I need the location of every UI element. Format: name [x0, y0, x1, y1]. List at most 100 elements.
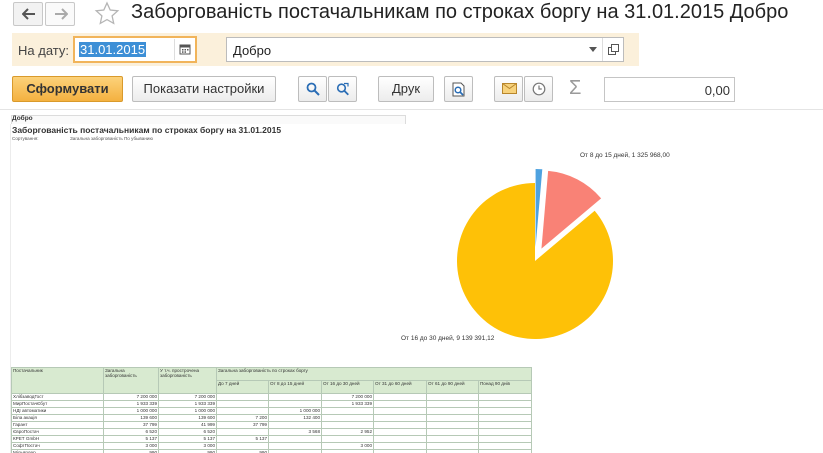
cell-b3: 1 933 339 — [321, 400, 374, 408]
cell-total: 6 520 — [103, 428, 159, 436]
cell-supplier: НДІ автоматики — [11, 407, 104, 415]
cell-b1 — [216, 400, 269, 408]
cell-supplier: Біла акація — [11, 414, 104, 422]
cell-b5 — [426, 435, 479, 443]
cell-total: 5 137 — [103, 435, 159, 443]
cell-b3: 3 000 — [321, 442, 374, 450]
col-header-b2: От 8 до 15 дней — [268, 380, 322, 394]
cell-b3 — [321, 449, 374, 453]
table-row[interactable]: СофтПостач 3 000 3 000 3 000 — [11, 442, 532, 450]
cell-b6 — [478, 393, 532, 401]
arrow-left-icon — [22, 8, 35, 20]
search-next-icon — [336, 82, 349, 96]
calendar-icon — [179, 44, 191, 55]
date-value[interactable]: 31.01.2015 — [79, 42, 147, 57]
find-next-button[interactable] — [328, 76, 357, 102]
cell-supplier: ХлібзаводГост — [11, 393, 104, 401]
table-row[interactable]: Біла акація 139 600 139 600 7 200 132 400 — [11, 414, 532, 422]
cell-b4 — [373, 428, 427, 436]
cell-b3 — [321, 435, 374, 443]
cell-overdue: 7 200 000 — [158, 393, 217, 401]
cell-b2: 1 000 000 — [268, 407, 322, 415]
cell-b5 — [426, 421, 479, 429]
cell-b1 — [216, 428, 269, 436]
cell-b6 — [478, 414, 532, 422]
col-header-b5: От 61 до 90 дней — [426, 380, 479, 394]
cell-total: 3 000 — [103, 442, 159, 450]
col-header-supplier: Постачальник — [11, 367, 104, 394]
sum-icon: Σ — [569, 77, 582, 99]
find-button[interactable] — [298, 76, 327, 102]
schedule-button[interactable] — [524, 76, 553, 102]
forward-button[interactable] — [45, 2, 75, 26]
cell-b4 — [373, 435, 427, 443]
cell-b5 — [426, 393, 479, 401]
back-button[interactable] — [13, 2, 43, 26]
show-settings-button[interactable]: Показати настройки — [132, 76, 276, 102]
cell-b1: 7 200 — [216, 414, 269, 422]
col-header-overdue: У т.ч. прострочена заборгованість — [158, 367, 217, 394]
clock-icon — [532, 82, 546, 96]
cell-supplier: Гарант — [11, 421, 104, 429]
print-button[interactable]: Друк — [378, 76, 434, 102]
table-row[interactable]: ХлібзаводГост 7 200 000 7 200 000 7 200 000 — [11, 393, 532, 401]
cell-supplier: ЄвроПостач — [11, 428, 104, 436]
table-row[interactable]: Гарант 37 799 41 999 37 799 — [11, 421, 532, 429]
cell-b1: 5 137 — [216, 435, 269, 443]
cell-total: 139 600 — [103, 414, 159, 422]
cell-b6 — [478, 435, 532, 443]
cell-b6 — [478, 449, 532, 453]
organization-dropdown-button[interactable] — [584, 38, 602, 61]
cell-b5 — [426, 407, 479, 415]
pie-label-16-30: От 16 до 30 дней, 9 139 391,12 — [401, 335, 495, 342]
cell-b4 — [373, 414, 427, 422]
cell-b4 — [373, 442, 427, 450]
table-row[interactable]: Мільярдер 990 990 990 — [11, 449, 532, 453]
pie-slice — [535, 169, 543, 248]
generate-button[interactable]: Сформувати — [12, 76, 123, 102]
title-bar: Заборгованість постачальникам по строках… — [0, 0, 823, 30]
organization-field[interactable]: Добро — [226, 37, 624, 62]
send-email-button[interactable] — [494, 76, 523, 102]
cell-b2 — [268, 393, 322, 401]
report-parameters: На дату: 31.01.2015 Добро — [12, 33, 639, 66]
print-preview-button[interactable] — [444, 76, 473, 102]
cell-b5 — [426, 428, 479, 436]
col-header-group: Загальна заборгованість по строках боргу — [216, 367, 532, 381]
cell-supplier: КРЕТ GmbH — [11, 435, 104, 443]
cell-overdue: 990 — [158, 449, 217, 453]
organization-open-button[interactable] — [602, 38, 623, 61]
debt-table: Постачальник Загальна заборгованість У т… — [11, 367, 532, 453]
col-header-b1: До 7 дней — [216, 380, 269, 394]
cell-overdue: 41 999 — [158, 421, 217, 429]
cell-b1: 990 — [216, 449, 269, 453]
cell-b1 — [216, 442, 269, 450]
table-row[interactable]: ЄвроПостач 6 520 6 520 3 568 2 952 — [11, 428, 532, 436]
open-window-icon — [608, 44, 619, 55]
table-row[interactable]: КРЕТ GmbH 5 137 5 137 5 137 — [11, 435, 532, 443]
favorite-star-icon[interactable] — [93, 0, 121, 28]
cell-b4 — [373, 407, 427, 415]
cell-overdue: 1 933 339 — [158, 400, 217, 408]
date-field[interactable]: 31.01.2015 — [73, 36, 197, 63]
print-preview-icon — [452, 82, 465, 97]
cell-b2 — [268, 400, 322, 408]
cell-b6 — [478, 442, 532, 450]
report-area[interactable]: Добро Заборгованість постачальникам по с… — [0, 109, 823, 453]
date-label: На дату: — [18, 43, 69, 58]
cell-b2 — [268, 442, 322, 450]
cell-b3 — [321, 414, 374, 422]
cell-b2: 3 568 — [268, 428, 322, 436]
cell-b6 — [478, 400, 532, 408]
table-row[interactable]: МирПостачЄбут 1 933 339 1 933 339 1 933 339 — [11, 400, 532, 408]
organization-value: Добро — [233, 43, 272, 58]
col-header-b4: От 31 до 60 дней — [373, 380, 427, 394]
table-row[interactable]: НДІ автоматики 1 000 000 1 000 000 1 000 00… — [11, 407, 532, 415]
cell-b2 — [268, 421, 322, 429]
calendar-button[interactable] — [174, 39, 194, 60]
cell-b4 — [373, 449, 427, 453]
cell-supplier: МирПостачЄбут — [11, 400, 104, 408]
cell-b3 — [321, 407, 374, 415]
cell-overdue: 5 137 — [158, 435, 217, 443]
cell-b6 — [478, 421, 532, 429]
